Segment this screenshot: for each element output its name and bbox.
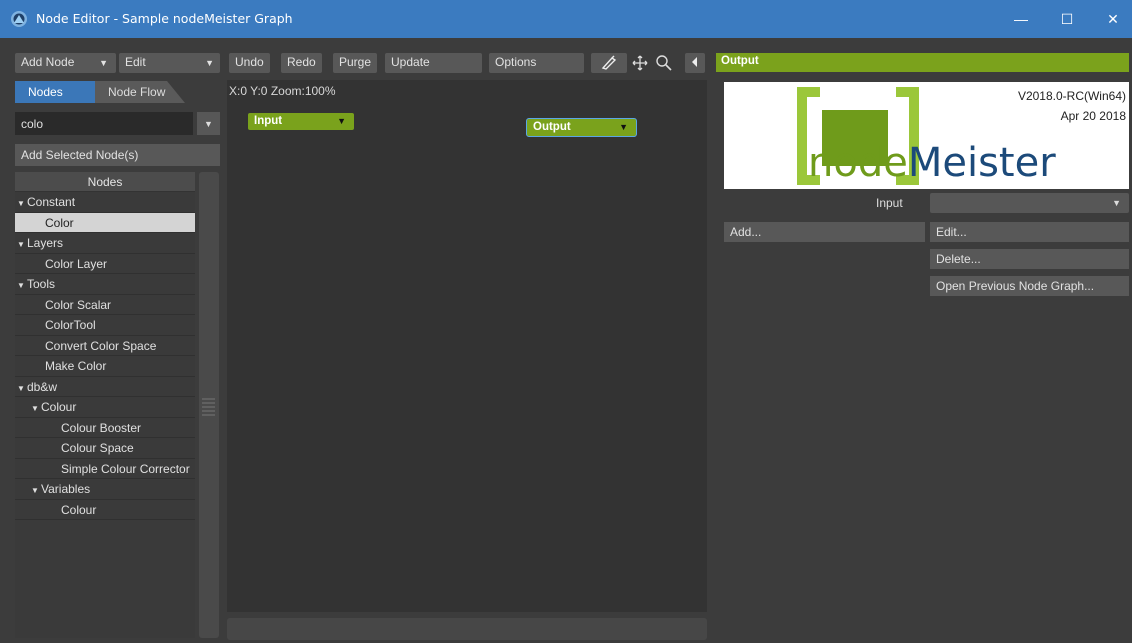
add-selected-nodes-button[interactable]: Add Selected Node(s) [15, 144, 220, 166]
tree-row-label: ColorTool [45, 318, 96, 332]
expand-triangle-icon[interactable]: ▼ [17, 379, 27, 397]
tree-row-label: Layers [27, 236, 64, 250]
tree-row-label: Color Scalar [45, 297, 112, 312]
canvas-coordinates: X:0 Y:0 Zoom:100% [229, 84, 336, 98]
undo-button[interactable]: Undo [229, 53, 270, 73]
edit-label: Edit [125, 55, 146, 69]
scrollbar-thumb[interactable] [200, 395, 217, 417]
tree-group-row[interactable]: ▼ db&w [15, 377, 195, 397]
minimize-button[interactable]: — [998, 0, 1044, 38]
expand-triangle-icon[interactable]: ▼ [31, 399, 41, 417]
caret-left-icon [692, 57, 697, 67]
status-bar [227, 618, 707, 640]
pencil-icon [601, 55, 617, 70]
redo-button[interactable]: Redo [281, 53, 322, 73]
input-select[interactable]: ▼ [930, 193, 1129, 213]
delete-button[interactable]: Delete... [930, 249, 1129, 269]
tree-node-row[interactable]: Colour Space [15, 438, 195, 459]
magnifier-icon [656, 55, 672, 71]
purge-button[interactable]: Purge [333, 53, 378, 73]
tree-node-row[interactable]: Color Layer [15, 254, 195, 274]
tree-node-row[interactable]: Color [15, 212, 195, 233]
tree-group-row[interactable]: ▼ Constant [15, 192, 195, 213]
tree-row-label: Simple Colour Corrector [61, 461, 190, 476]
minimize-icon: — [1014, 11, 1028, 27]
options-button[interactable]: Options [489, 53, 584, 73]
tree-node-row[interactable]: Convert Color Space [15, 336, 195, 356]
chevron-down-icon: ▼ [205, 58, 214, 68]
chevron-down-icon: ▼ [337, 116, 346, 126]
chevron-down-icon: ▼ [619, 122, 628, 132]
search-history-dropdown[interactable]: ▼ [197, 112, 220, 135]
add-node-dropdown[interactable]: Add Node ▼ [15, 53, 116, 73]
tree-group-row[interactable]: ▼ Layers [15, 233, 195, 254]
tree-node-row[interactable]: Make Color [15, 356, 195, 377]
logo-text-meister: Meister [907, 140, 1056, 186]
tree-row-label: Colour [41, 400, 77, 414]
build-date-text: Apr 20 2018 [1060, 109, 1126, 123]
version-text: V2018.0-RC(Win64) [1017, 89, 1126, 103]
tab-nodes[interactable]: Nodes [15, 81, 105, 103]
output-node[interactable]: Output ▼ [527, 119, 636, 136]
node-canvas[interactable] [227, 80, 707, 612]
tree-group-row[interactable]: ▼ Tools [15, 274, 195, 295]
add-node-label: Add Node [21, 55, 75, 69]
close-icon: ✕ [1107, 10, 1119, 27]
tree-node-row[interactable]: Colour Booster [15, 418, 195, 438]
tree-row-label: Colour [61, 502, 97, 517]
app-icon [10, 10, 28, 28]
zoom-button[interactable] [654, 53, 676, 73]
tree-row-label: Colour Booster [61, 420, 142, 435]
chevron-down-icon: ▼ [1112, 198, 1121, 208]
tree-node-row[interactable]: Color Scalar [15, 295, 195, 315]
tab-node-flow[interactable]: Node Flow [95, 81, 185, 103]
tree-group-row[interactable]: ▼ Variables [15, 479, 195, 500]
edit-button[interactable]: Edit... [930, 222, 1129, 242]
tree-row-label: Tools [27, 277, 56, 291]
expand-triangle-icon[interactable]: ▼ [17, 235, 27, 253]
maximize-icon: ☐ [1060, 10, 1074, 27]
tree-row-label: Color Layer [45, 256, 108, 271]
logo-text-node: node [808, 140, 908, 186]
tree-row-label: Variables [41, 482, 91, 496]
output-node-label: Output [533, 121, 571, 133]
edit-tool-button[interactable] [591, 53, 627, 73]
open-previous-graph-button[interactable]: Open Previous Node Graph... [930, 276, 1129, 296]
window-title: Node Editor - Sample nodeMeister Graph [36, 11, 293, 26]
update-button[interactable]: Update [385, 53, 482, 73]
input-label: Input [876, 196, 903, 210]
tree-node-row[interactable]: Colour [15, 500, 195, 520]
chevron-down-icon: ▼ [204, 118, 213, 129]
output-panel-header: Output [716, 53, 1129, 72]
add-button[interactable]: Add... [724, 222, 925, 242]
tree-row-label: Make Color [45, 359, 107, 373]
tree-group-row[interactable]: ▼ Colour [15, 397, 195, 418]
tree-node-row[interactable]: ColorTool [15, 315, 195, 336]
tree-node-row[interactable]: Simple Colour Corrector [15, 459, 195, 479]
collapse-panel-button[interactable] [685, 53, 705, 73]
logo-text: nodeMeister [808, 140, 1056, 186]
tree-header: Nodes [15, 172, 195, 192]
maximize-button[interactable]: ☐ [1044, 0, 1090, 38]
tree-row-label: Constant [27, 195, 76, 209]
tree-row-label: Convert Color Space [45, 338, 157, 353]
grip-icon [202, 398, 215, 416]
close-button[interactable]: ✕ [1090, 0, 1132, 38]
move-icon [632, 55, 648, 71]
input-node[interactable]: Input ▼ [248, 113, 354, 130]
nodemeister-logo-panel: nodeMeister V2018.0-RC(Win64) Apr 20 201… [724, 82, 1129, 189]
node-search-input[interactable] [15, 112, 193, 135]
expand-triangle-icon[interactable]: ▼ [17, 276, 27, 294]
tree-row-label: Colour Space [61, 441, 134, 455]
tree-row-label: db&w [27, 379, 58, 394]
expand-triangle-icon[interactable]: ▼ [17, 194, 27, 212]
expand-triangle-icon[interactable]: ▼ [31, 481, 41, 499]
pan-button[interactable] [630, 53, 654, 73]
tree-row-label: Color [45, 215, 74, 230]
chevron-down-icon: ▼ [99, 58, 108, 68]
input-node-label: Input [254, 115, 283, 127]
node-tree: Nodes ▼ Constant Color ▼ Layers Color Layer ▼ T… [15, 172, 195, 638]
edit-dropdown[interactable]: Edit ▼ [119, 53, 220, 73]
